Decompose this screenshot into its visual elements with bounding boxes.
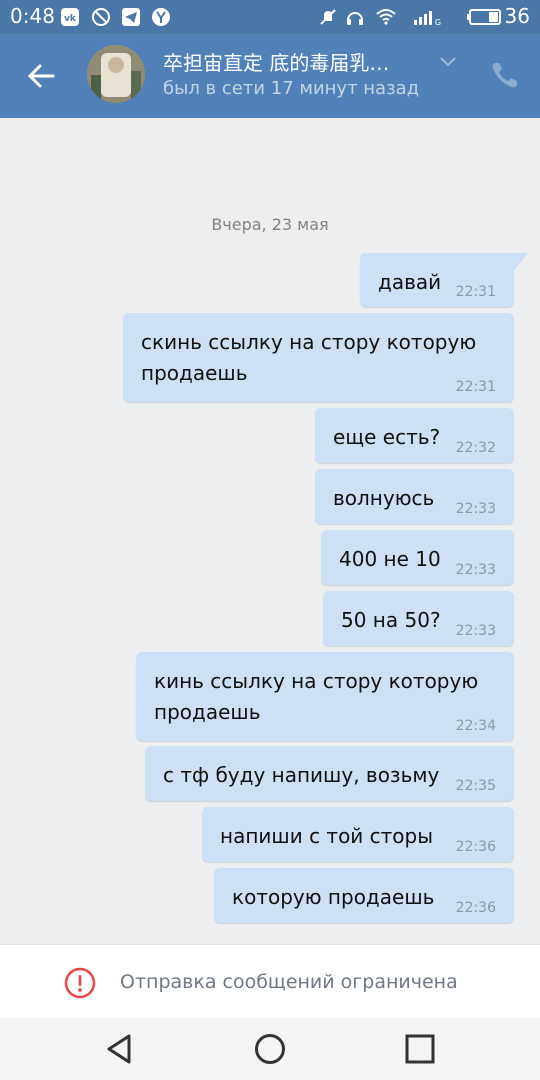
nav-recents-icon[interactable] [403,1032,437,1066]
wifi-icon [376,9,396,25]
message-time: 22:33 [455,562,496,578]
message-time: 22:31 [455,379,496,395]
message-text: с тф буду напишу, возьму [163,763,440,787]
bubble-tail [512,253,528,273]
signal-icon: G [414,11,441,27]
message-bubble[interactable]: кинь ссылку на стору которую продаешь 22… [136,652,514,741]
message-time: 22:36 [455,839,496,855]
yandex-icon [152,8,170,26]
message-bubble[interactable]: с тф буду напишу, возьму 22:35 [145,746,514,801]
messaging-restricted-bar: Отправка сообщений ограничена [0,944,540,1019]
battery-icon [467,9,501,25]
telegram-icon [122,8,140,26]
chat-header: 卒担宙直定 底的毒届乳… был в сети 17 минут назад [0,34,540,118]
message-bubble[interactable]: 400 не 10 22:33 [321,530,514,585]
system-nav-bar [0,1018,540,1080]
chat-title[interactable]: 卒担宙直定 底的毒届乳… [163,47,428,76]
status-time: 0:48 [10,4,55,28]
battery-level: 36 [504,4,530,28]
nav-back-icon[interactable] [102,1032,136,1066]
nav-home-icon[interactable] [253,1032,287,1066]
message-text: кинь ссылку на стору которую продаешь [154,669,479,724]
headphones-icon [347,12,363,25]
block-icon [92,8,110,26]
date-separator: Вчера, 23 мая [211,215,329,234]
message-bubble[interactable]: которую продаешь 22:36 [214,868,514,923]
message-time: 22:36 [455,900,496,916]
avatar[interactable] [87,45,145,103]
status-bar: 0:48 vk G 36 [0,0,540,34]
message-time: 22:34 [455,718,496,734]
message-time: 22:35 [455,778,496,794]
message-bubble[interactable]: напиши с той сторы 22:36 [202,807,514,862]
message-bubble[interactable]: скинь ссылку на стору которую продаешь 2… [123,313,514,402]
last-seen-status: был в сети 17 минут назад [163,78,420,99]
alert-icon [64,967,96,999]
back-button[interactable] [20,54,64,98]
chevron-down-icon[interactable] [438,54,458,68]
restriction-message: Отправка сообщений ограничена [120,971,458,993]
message-time: 22:33 [455,501,496,517]
svg-text:vk: vk [64,14,77,24]
avatar-photo [87,45,145,103]
network-type: G [435,18,441,27]
message-time: 22:31 [455,284,496,300]
message-time: 22:33 [455,623,496,639]
message-bubble[interactable]: еще есть? 22:32 [315,408,514,463]
message-time: 22:32 [455,440,496,456]
mute-icon [320,9,336,25]
message-text: скинь ссылку на стору которую продаешь [141,330,477,385]
message-bubble[interactable]: волнуюсь 22:33 [315,469,514,524]
vk-icon: vk [61,8,79,26]
message-bubble[interactable]: 50 на 50? 22:33 [323,591,514,646]
phone-icon[interactable] [488,58,522,92]
message-bubble[interactable]: давай 22:31 [360,253,528,307]
